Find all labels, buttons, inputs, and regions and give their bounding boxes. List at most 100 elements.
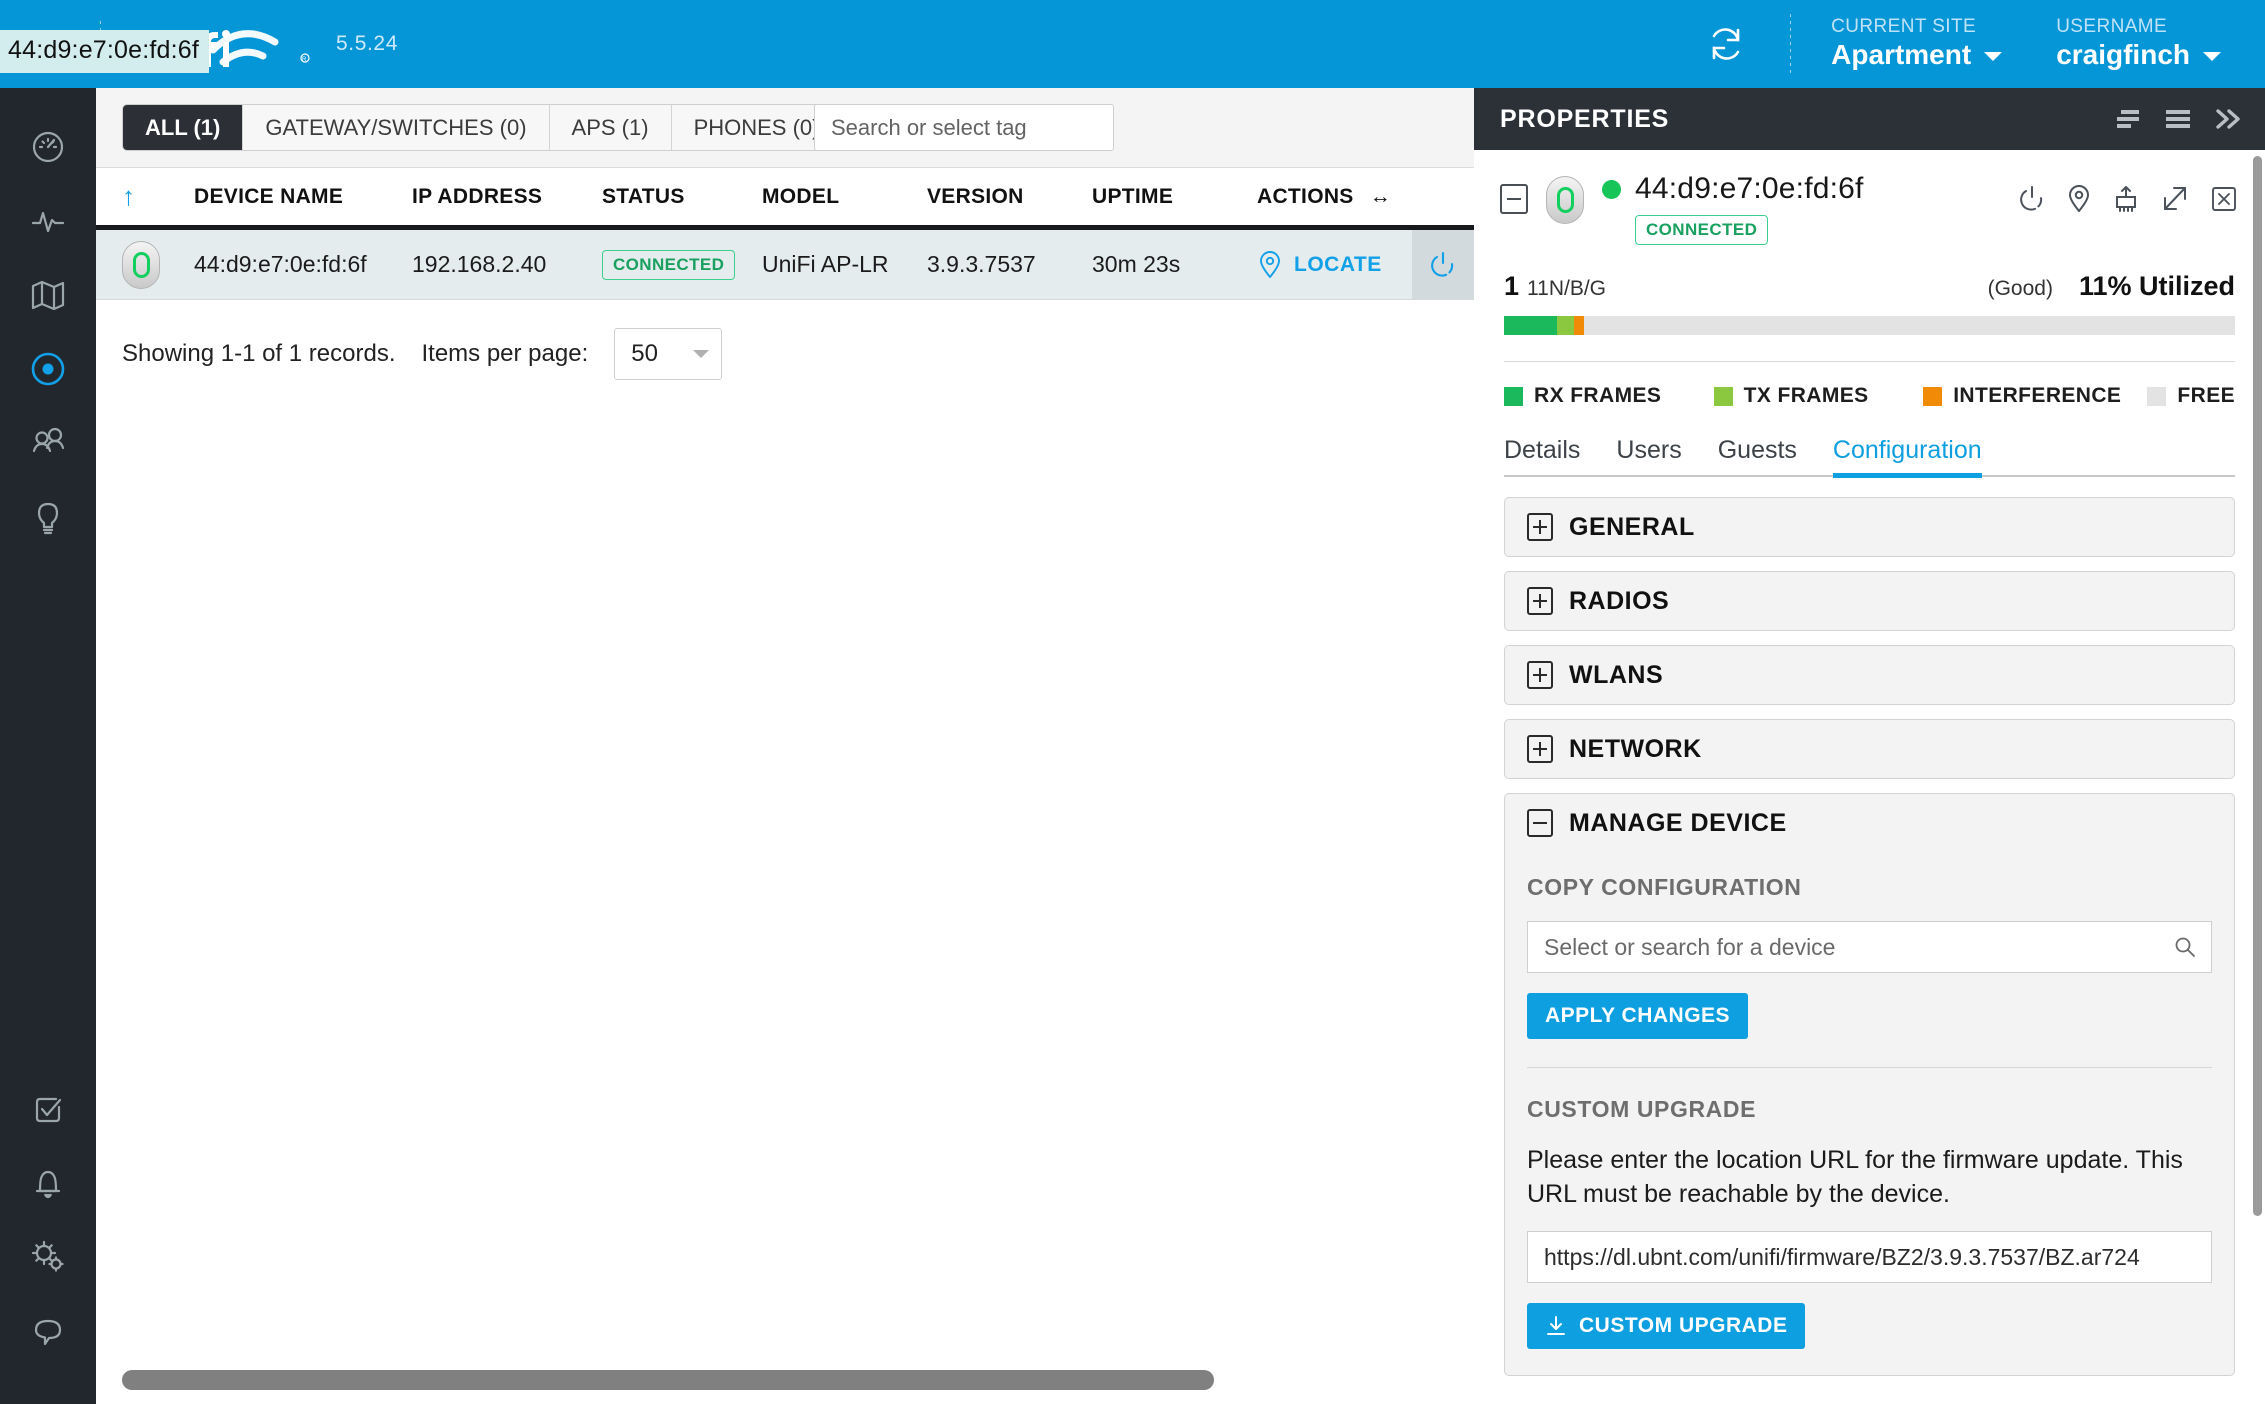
legend-item-tx: TX FRAMES (1713, 384, 1924, 408)
legend-swatch-free (2147, 386, 2167, 406)
sidebar-item-alerts[interactable] (0, 1146, 96, 1220)
devices-main-panel: ALL (1) GATEWAY/SWITCHES (0) APS (1) PHO… (96, 88, 1474, 1404)
devices-toolbar: ALL (1) GATEWAY/SWITCHES (0) APS (1) PHO… (96, 88, 1474, 168)
collapse-minus-icon (1527, 809, 1553, 837)
utilization-segment-rx (1504, 316, 1557, 335)
horizontal-scrollbar-thumb[interactable] (122, 1370, 1214, 1390)
section-label-general: GENERAL (1569, 512, 1695, 541)
section-manage-device: MANAGE DEVICE COPY CONFIGURATION APPLY C… (1504, 793, 2235, 1376)
sidebar-item-insights[interactable] (0, 480, 96, 554)
items-per-page-label: Items per page: (421, 340, 589, 367)
column-header-actions[interactable]: ACTIONS ↔ (1257, 185, 1457, 209)
section-label-radios: RADIOS (1569, 586, 1670, 615)
sidebar-item-settings[interactable] (0, 1220, 96, 1294)
device-filter-tabs: ALL (1) GATEWAY/SWITCHES (0) APS (1) PHO… (122, 104, 843, 151)
power-cycle-button[interactable] (1412, 230, 1474, 300)
chip-upgrade-icon[interactable] (2111, 184, 2141, 214)
custom-upgrade-button[interactable]: CUSTOM UPGRADE (1527, 1303, 1806, 1349)
align-lines-icon[interactable] (2117, 108, 2143, 130)
device-led-indicator (122, 240, 194, 289)
collapse-minus-icon[interactable] (1500, 184, 1528, 214)
section-wlans[interactable]: WLANS (1504, 645, 2235, 705)
search-tag-box[interactable] (814, 104, 1119, 151)
tab-details[interactable]: Details (1504, 436, 1580, 475)
mac-address-tooltip: 44:d9:e7:0e:fd:6f (0, 30, 210, 73)
legend-swatch-tx (1713, 386, 1733, 406)
search-input[interactable] (831, 114, 1119, 141)
column-header-device-name[interactable]: DEVICE NAME (194, 185, 412, 209)
close-x-icon[interactable] (2209, 184, 2239, 214)
cell-status: CONNECTED (602, 249, 762, 280)
username-selector[interactable]: USERNAME craigfinch (2056, 16, 2221, 73)
utilization-percent: 11% Utilized (2078, 271, 2235, 301)
power-icon (1431, 251, 1454, 277)
sidebar-item-map[interactable] (0, 258, 96, 332)
sidebar-item-dashboard[interactable] (0, 110, 96, 184)
sidebar-item-statistics[interactable] (0, 184, 96, 258)
devices-table-header: ↑ DEVICE NAME IP ADDRESS STATUS MODEL VE… (96, 168, 1474, 230)
section-general[interactable]: GENERAL (1504, 497, 2235, 557)
expand-arrow-icon[interactable] (2160, 184, 2190, 214)
username-label: USERNAME (2056, 15, 2168, 37)
status-badge: CONNECTED (602, 249, 736, 280)
page-title: PROPERTIES (1500, 104, 1670, 133)
quality-label: (Good) (1987, 277, 2053, 300)
power-cycle-icon[interactable] (2017, 184, 2047, 214)
topbar-right-group: CURRENT SITE Apartment USERNAME craigfin… (1702, 14, 2265, 74)
section-radios[interactable]: RADIOS (1504, 571, 2235, 631)
locate-pin-icon[interactable] (2066, 184, 2092, 214)
divider (1504, 361, 2235, 362)
tab-configuration[interactable]: Configuration (1832, 436, 1982, 478)
username-value: craigfinch (2056, 39, 2190, 71)
properties-body: 44:d9:e7:0e:fd:6f CONNECTED 1 11N/B/G (G… (1474, 150, 2265, 1404)
properties-scrollbar-thumb[interactable] (2253, 156, 2262, 1216)
section-label-wlans: WLANS (1569, 660, 1664, 689)
legend-label-free: FREE (2177, 384, 2236, 407)
section-network[interactable]: NETWORK (1504, 719, 2235, 779)
sidebar-item-devices[interactable] (0, 332, 96, 406)
expand-plus-icon (1527, 735, 1553, 763)
sidebar-item-tasks[interactable] (0, 1072, 96, 1146)
apply-changes-button[interactable]: APPLY CHANGES (1527, 993, 1749, 1039)
section-label-network: NETWORK (1569, 734, 1702, 763)
column-header-model[interactable]: MODEL (762, 185, 927, 209)
refresh-icon[interactable] (1702, 20, 1750, 68)
current-site-label: CURRENT SITE (1831, 15, 1977, 37)
properties-vertical-scrollbar[interactable] (2253, 156, 2262, 1396)
properties-header: PROPERTIES (1474, 88, 2265, 150)
horizontal-scrollbar[interactable] (122, 1370, 1452, 1390)
column-header-status[interactable]: STATUS (602, 185, 762, 209)
manage-device-body: COPY CONFIGURATION APPLY CHANGES CUSTOM … (1505, 852, 2234, 1375)
items-per-page-select[interactable]: 50 (614, 328, 723, 380)
section-manage-device-header[interactable]: MANAGE DEVICE (1505, 794, 2234, 852)
legend-swatch-interference (1923, 386, 1943, 406)
utilization-legend: RX FRAMES TX FRAMES INTERFERENCE FREE (1504, 384, 2235, 408)
properties-panel: PROPERTIES 44:d9:e7:0e:fd:6f CONNECTED 1… (1474, 88, 2265, 1404)
double-chevron-right-icon[interactable] (2213, 107, 2243, 131)
device-name: 44:d9:e7:0e:fd:6f (1635, 172, 1864, 205)
firmware-url-input[interactable] (1544, 1243, 2197, 1271)
sidebar-item-chat[interactable] (0, 1294, 96, 1368)
copy-configuration-field[interactable] (1527, 921, 2212, 973)
tab-all[interactable]: ALL (1) (123, 105, 244, 150)
table-row[interactable]: 44:d9:e7:0e:fd:6f 192.168.2.40 CONNECTED… (96, 230, 1474, 300)
utilization-segment-tx (1556, 316, 1575, 335)
tab-users[interactable]: Users (1616, 436, 1681, 475)
copy-configuration-input[interactable] (1544, 933, 2173, 961)
channel-number: 1 (1504, 271, 1520, 301)
tab-guests[interactable]: Guests (1718, 436, 1797, 475)
cell-model: UniFi AP-LR (762, 251, 889, 277)
column-header-version[interactable]: VERSION (927, 185, 1092, 209)
tab-aps[interactable]: APS (1) (549, 105, 672, 150)
sidebar-item-clients[interactable] (0, 406, 96, 480)
cell-ip-address: 192.168.2.40 (412, 251, 547, 277)
current-site-selector[interactable]: CURRENT SITE Apartment (1831, 15, 2003, 73)
sort-indicator[interactable]: ↑ (122, 183, 194, 211)
column-header-ip-address[interactable]: IP ADDRESS (412, 185, 602, 209)
firmware-url-field[interactable] (1527, 1231, 2212, 1283)
hamburger-menu-icon[interactable] (2165, 108, 2191, 130)
chevron-down-icon (2203, 52, 2221, 62)
column-header-uptime[interactable]: UPTIME (1092, 185, 1257, 209)
chevron-down-icon (1984, 52, 2003, 62)
tab-gateway-switches[interactable]: GATEWAY/SWITCHES (0) (243, 105, 550, 150)
